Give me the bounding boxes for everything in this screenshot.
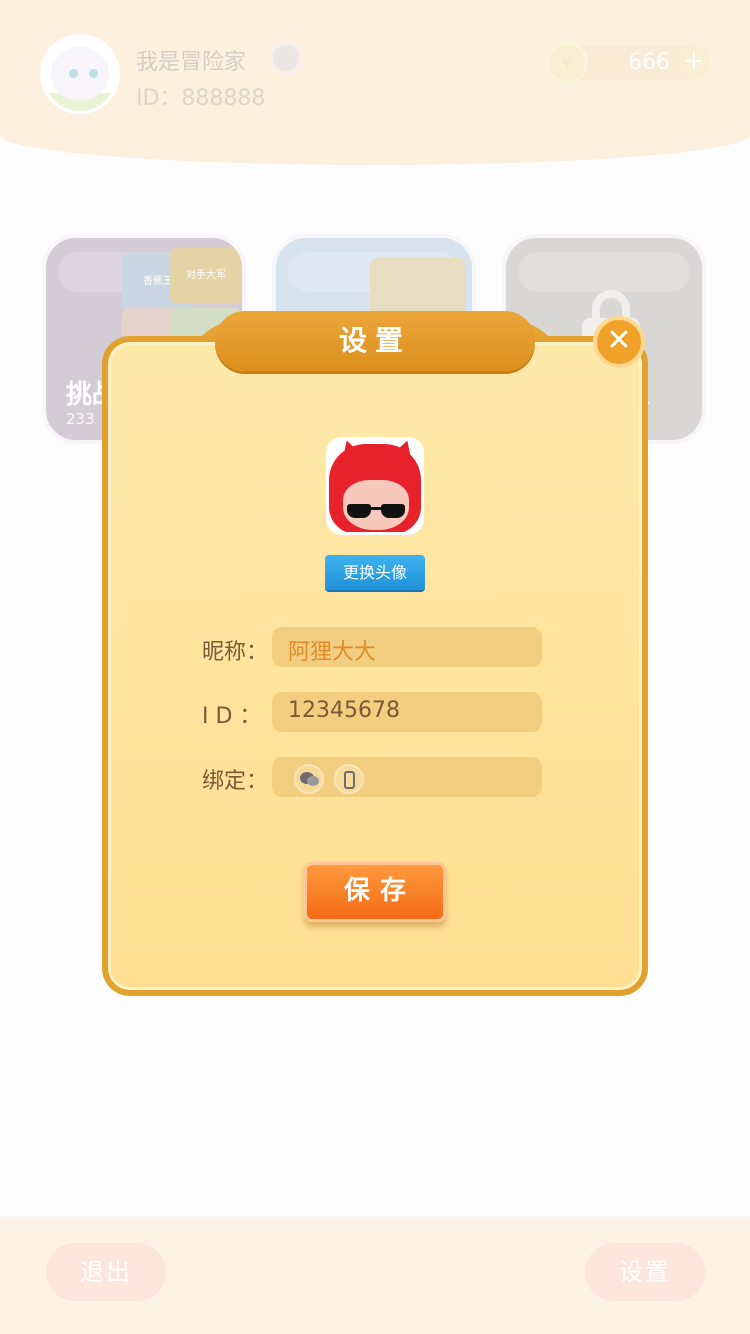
wechat-icon[interactable] [294,764,324,794]
nickname-label: 昵称： [202,640,269,665]
save-button[interactable]: 保存 [304,862,446,922]
id-label: I D ： [202,704,262,729]
dialog-title: 设置 [338,324,411,357]
id-value: 12345678 [288,698,400,723]
close-icon[interactable]: ✕ [593,316,645,368]
phone-icon[interactable] [334,764,364,794]
sunglasses-icon [347,504,407,518]
nickname-value: 阿狸大大 [288,640,377,665]
bind-label: 绑定： [202,769,269,794]
change-avatar-button[interactable]: 更换头像 [325,555,425,590]
profile-avatar[interactable] [326,437,424,535]
